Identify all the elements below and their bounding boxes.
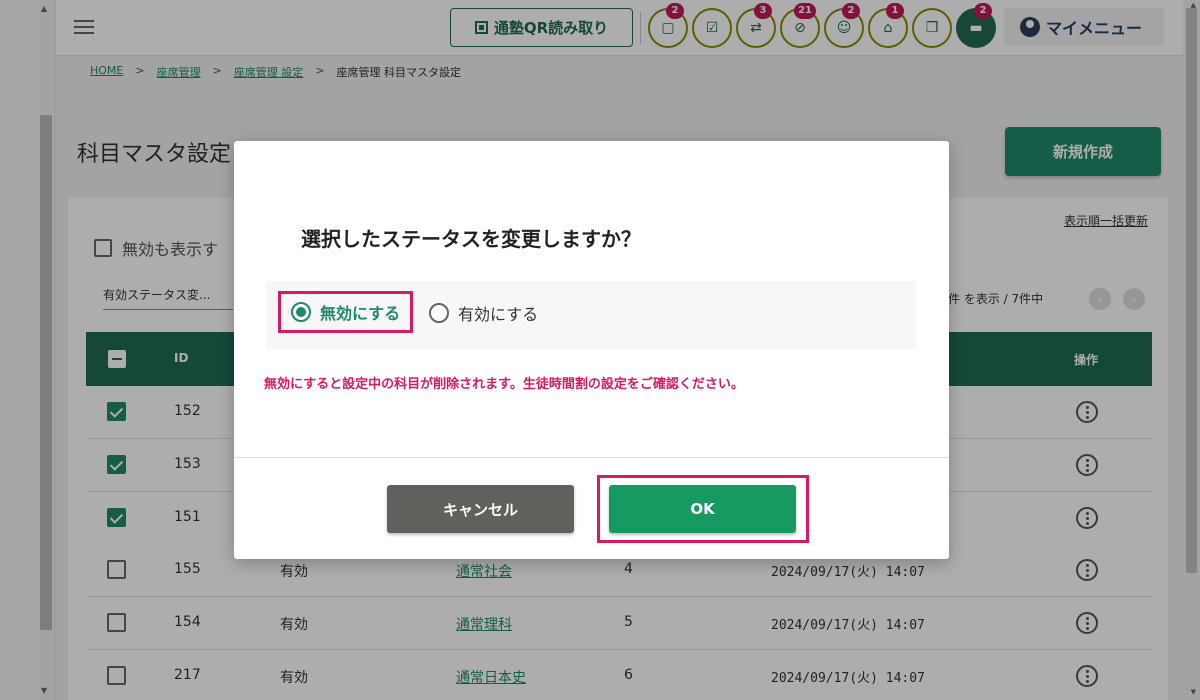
radio-unselected-icon[interactable] [429, 303, 449, 323]
dialog-title: 選択したステータスを変更しますか？ [301, 227, 641, 251]
radio-option-disable-label: 無効にする [320, 304, 401, 323]
status-radio-group: 無効にする 有効にする [266, 281, 916, 349]
ok-button[interactable]: OK [609, 485, 796, 533]
status-change-dialog: 選択したステータスを変更しますか？ 無効にする 有効にする 無効にすると設定中の… [234, 141, 949, 559]
warning-message: 無効にすると設定中の科目が削除されます。生徒時間割の設定をご確認ください。 [264, 377, 744, 392]
radio-option-enable[interactable]: 有効にする [429, 301, 538, 325]
cancel-button[interactable]: キャンセル [387, 485, 574, 533]
radio-option-disable[interactable]: 無効にする [278, 291, 414, 333]
radio-selected-icon[interactable] [291, 302, 311, 322]
dialog-divider [234, 457, 949, 458]
radio-option-enable-label: 有効にする [458, 305, 539, 324]
